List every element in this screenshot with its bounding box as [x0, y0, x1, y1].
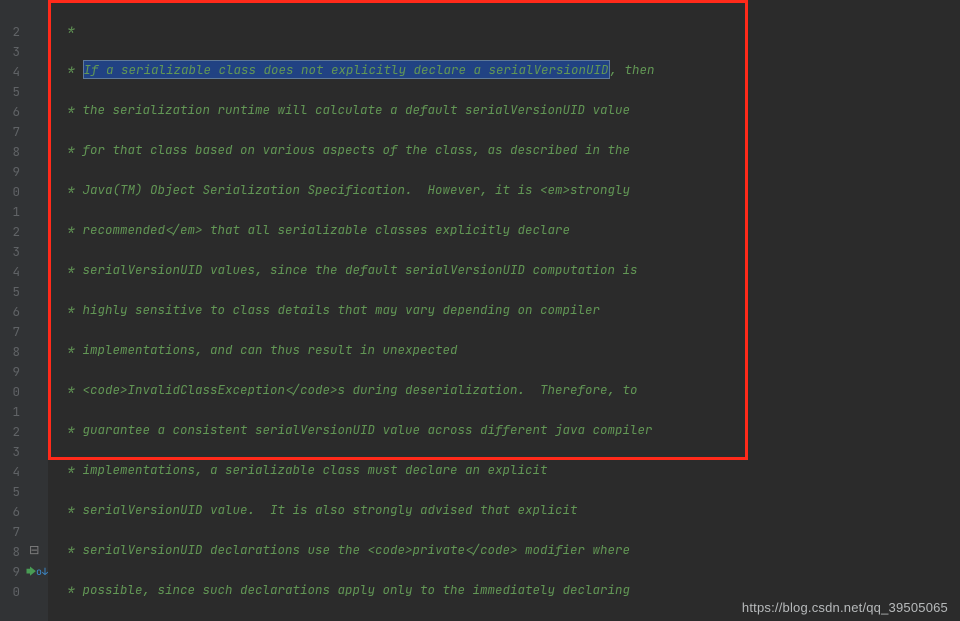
run-gutter-icon[interactable]: 🡆 — [26, 562, 36, 582]
doc-text: serialVersionUID values, since the defau… — [83, 261, 638, 278]
code-area[interactable]: * * If a serializable class does not exp… — [48, 0, 960, 621]
doc-text: serialVersionUID declarations use the <c… — [83, 541, 631, 558]
doc-text: possible, since such declarations apply … — [83, 581, 631, 598]
line-number: 7 — [0, 322, 20, 342]
doc-text: implementations, and can thus result in … — [83, 341, 458, 358]
line-number: 4 — [0, 262, 20, 282]
gutter-icons: ⊟ 🡆 o↓ — [26, 0, 48, 621]
doc-star: * — [60, 421, 83, 438]
doc-text: the serialization runtime will calculate… — [83, 101, 631, 118]
line-number: 8 — [0, 142, 20, 162]
line-number: 0 — [0, 582, 20, 602]
doc-star: * — [60, 61, 83, 78]
line-number: 5 — [0, 82, 20, 102]
doc-star: * — [60, 261, 83, 278]
line-number: 7 — [0, 122, 20, 142]
doc-text: <code>InvalidClassException</code>s duri… — [83, 381, 638, 398]
doc-line: * — [60, 21, 75, 38]
line-number: 9 — [0, 562, 20, 582]
line-number: 8 — [0, 542, 20, 562]
fold-toggle-icon[interactable]: ⊟ — [29, 540, 39, 560]
doc-star: * — [60, 461, 83, 478]
line-number: 4 — [0, 62, 20, 82]
doc-star: * — [60, 181, 83, 198]
line-number: 2 — [0, 422, 20, 442]
doc-star: * — [60, 581, 83, 598]
doc-star: * — [60, 301, 83, 318]
doc-text: , then — [610, 61, 655, 78]
line-number: 7 — [0, 522, 20, 542]
line-number — [0, 602, 20, 621]
line-number: 3 — [0, 242, 20, 262]
line-number: 3 — [0, 442, 20, 462]
doc-star: * — [60, 101, 83, 118]
line-number: 6 — [0, 502, 20, 522]
line-number: 9 — [0, 362, 20, 382]
line-number: 6 — [0, 102, 20, 122]
line-number: 0 — [0, 382, 20, 402]
line-number: 1 — [0, 402, 20, 422]
line-number: 4 — [0, 462, 20, 482]
line-number: 2 — [0, 222, 20, 242]
watermark-text: https://blog.csdn.net/qq_39505065 — [742, 600, 948, 615]
line-number: 5 — [0, 482, 20, 502]
line-number: 2 — [0, 22, 20, 42]
doc-star: * — [60, 341, 83, 358]
doc-text: highly sensitive to class details that m… — [83, 301, 601, 318]
doc-text: implementations, a serializable class mu… — [83, 461, 548, 478]
selected-text[interactable]: If a serializable class does not explici… — [83, 60, 610, 79]
line-number: 9 — [0, 162, 20, 182]
doc-star: * — [60, 141, 83, 158]
doc-star: * — [60, 221, 83, 238]
line-number: 3 — [0, 42, 20, 62]
doc-text: for that class based on various aspects … — [83, 141, 631, 158]
override-gutter-icon[interactable]: o↓ — [36, 562, 48, 582]
line-number: 1 — [0, 202, 20, 222]
doc-star: * — [60, 501, 83, 518]
doc-star: * — [60, 541, 83, 558]
line-number: 5 — [0, 282, 20, 302]
line-number: 0 — [0, 182, 20, 202]
line-number-gutter: 2 3 4 5 6 7 8 9 0 1 2 3 4 5 6 7 8 9 0 1 … — [0, 0, 26, 621]
line-number: 6 — [0, 302, 20, 322]
editor-root: 2 3 4 5 6 7 8 9 0 1 2 3 4 5 6 7 8 9 0 1 … — [0, 0, 960, 621]
doc-text: recommended</em> that all serializable c… — [83, 221, 571, 238]
line-number: 8 — [0, 342, 20, 362]
doc-text: guarantee a consistent serialVersionUID … — [83, 421, 653, 438]
doc-star: * — [60, 381, 83, 398]
line-number — [0, 2, 20, 22]
doc-text: Java(TM) Object Serialization Specificat… — [83, 181, 631, 198]
doc-text: serialVersionUID value. It is also stron… — [83, 501, 578, 518]
